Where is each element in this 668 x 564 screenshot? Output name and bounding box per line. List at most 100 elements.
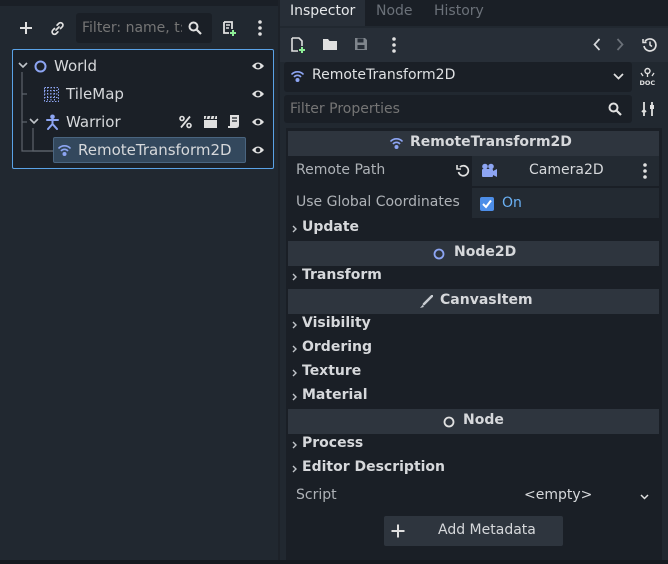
property-filter-input[interactable] <box>290 99 590 119</box>
tab-node[interactable]: Node <box>376 0 413 26</box>
remote-transform-icon <box>57 144 72 156</box>
tree-row-tilemap[interactable]: TileMap <box>13 80 272 108</box>
chevron-right-icon <box>292 273 297 281</box>
property-list: RemoteTransform2D Remote Path Camera2D U… <box>286 128 662 560</box>
clapperboard-icon[interactable] <box>203 115 218 129</box>
chevron-down-icon <box>613 73 624 80</box>
section-title: Texture <box>302 363 362 379</box>
section-update[interactable]: Update <box>288 217 659 241</box>
search-icon[interactable] <box>188 21 202 35</box>
save-icon[interactable] <box>354 37 368 51</box>
kebab-menu-icon[interactable] <box>392 37 396 53</box>
tree-label-tilemap: TileMap <box>66 85 124 103</box>
category-node2d: Node2D <box>288 241 659 266</box>
collapse-chevron-icon[interactable] <box>29 118 39 125</box>
category-title: Node <box>463 412 504 428</box>
remote-path-value[interactable]: Camera2D <box>529 162 604 178</box>
object-selector[interactable]: RemoteTransform2D <box>284 62 632 92</box>
remote-transform-icon <box>290 70 305 82</box>
property-filter-field[interactable] <box>284 95 632 123</box>
remote-transform-icon <box>389 137 404 149</box>
node-circle-icon <box>443 416 455 428</box>
chevron-right-icon <box>292 369 297 377</box>
tools-settings-icon[interactable] <box>641 101 656 117</box>
new-resource-icon[interactable] <box>291 37 305 53</box>
property-label: Script <box>296 487 337 503</box>
visibility-eye-icon[interactable] <box>251 117 265 127</box>
attach-script-button[interactable] <box>216 10 242 46</box>
section-visibility[interactable]: Visibility <box>288 313 659 337</box>
add-metadata-label: Add Metadata <box>438 522 536 538</box>
kebab-menu-icon[interactable] <box>643 163 647 179</box>
chevron-right-icon <box>292 441 297 449</box>
section-process[interactable]: Process <box>288 433 659 457</box>
tree-row-remotetransform2d[interactable]: RemoteTransform2D <box>13 136 272 164</box>
collapse-chevron-icon[interactable] <box>18 62 28 69</box>
category-title: RemoteTransform2D <box>410 134 572 150</box>
inspector-toolbar <box>280 28 668 62</box>
section-title: Transform <box>302 267 382 283</box>
scene-menu-button[interactable] <box>247 10 273 46</box>
kebab-menu-icon <box>258 20 262 36</box>
section-editor-description[interactable]: Editor Description <box>288 457 659 481</box>
tilemap-grid-icon <box>44 87 59 102</box>
checkbox-state-label[interactable]: On <box>502 195 522 211</box>
add-metadata-button[interactable]: Add Metadata <box>384 516 563 546</box>
script-value[interactable]: <empty> <box>524 487 592 503</box>
tree-row-world[interactable]: World <box>13 52 272 80</box>
section-transform[interactable]: Transform <box>288 265 659 289</box>
category-title: Node2D <box>454 244 517 260</box>
section-title: Editor Description <box>302 459 446 475</box>
open-docs-icon[interactable]: DOC <box>639 67 656 86</box>
chevron-right-icon <box>292 465 297 473</box>
section-material[interactable]: Material <box>288 385 659 409</box>
property-use-global-coordinates: Use Global Coordinates On <box>288 188 659 218</box>
dock-tab-bar: Inspector Node History <box>280 0 668 26</box>
chevron-right-icon <box>292 393 297 401</box>
property-label: Remote Path <box>296 162 386 178</box>
tab-history[interactable]: History <box>434 0 484 26</box>
search-icon <box>608 102 622 116</box>
visibility-eye-icon[interactable] <box>251 145 265 155</box>
scene-filter-field[interactable] <box>76 13 212 43</box>
add-node-icon <box>20 22 32 34</box>
script-add-icon <box>223 21 236 36</box>
section-title: Ordering <box>302 339 373 355</box>
scene-filter-input[interactable] <box>82 18 182 38</box>
folder-open-icon[interactable] <box>322 38 338 51</box>
camera2d-icon <box>482 163 497 177</box>
tree-row-warrior[interactable]: Warrior <box>13 108 272 136</box>
section-texture[interactable]: Texture <box>288 361 659 385</box>
chevron-down-icon[interactable] <box>640 494 649 500</box>
history-back-icon[interactable] <box>593 38 601 51</box>
script-icon[interactable] <box>227 114 240 129</box>
section-title: Material <box>302 387 368 403</box>
section-ordering[interactable]: Ordering <box>288 337 659 361</box>
link-icon <box>51 21 64 36</box>
tab-node-label: Node <box>376 3 413 19</box>
node2d-circle-icon <box>34 60 47 73</box>
property-remote-path: Remote Path Camera2D <box>288 156 659 186</box>
checkbox-checked-icon[interactable] <box>480 197 494 211</box>
visibility-eye-icon[interactable] <box>251 61 265 71</box>
category-node: Node <box>288 409 659 434</box>
instantiate-scene-button[interactable] <box>45 10 71 46</box>
section-title: Visibility <box>302 315 371 331</box>
character-icon <box>46 114 59 130</box>
visibility-eye-icon[interactable] <box>251 89 265 99</box>
revert-icon[interactable] <box>456 164 470 177</box>
scene-dock-tab-strip <box>0 0 278 6</box>
property-script: Script <empty> <box>288 481 659 511</box>
bottom-edge <box>0 560 668 564</box>
tab-inspector[interactable]: Inspector <box>280 0 366 26</box>
brush-icon <box>420 295 433 308</box>
scene-tree: World TileMap Warrior RemoteTransform2D <box>12 49 274 169</box>
history-forward-icon[interactable] <box>616 38 624 51</box>
percent-icon[interactable] <box>179 115 192 129</box>
add-node-button[interactable] <box>13 10 39 46</box>
property-filter-row <box>284 95 664 123</box>
category-canvasitem: CanvasItem <box>288 289 659 314</box>
add-icon <box>391 524 405 538</box>
history-clock-icon[interactable] <box>642 37 657 52</box>
tree-label-warrior: Warrior <box>66 113 121 131</box>
